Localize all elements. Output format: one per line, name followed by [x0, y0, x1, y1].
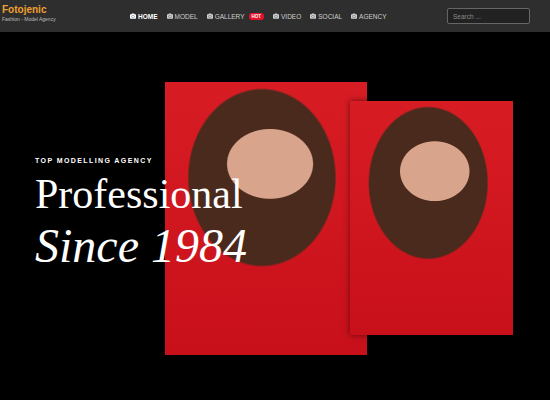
photo-group: [165, 82, 513, 355]
nav-item[interactable]: MODEL: [167, 13, 198, 20]
model-photo: [165, 82, 367, 355]
camera-icon: [310, 13, 316, 19]
nav-item[interactable]: GALLERYHOT: [207, 13, 264, 20]
nav-item[interactable]: SOCIAL: [310, 13, 342, 20]
search-input[interactable]: [447, 8, 530, 24]
camera-icon: [167, 13, 173, 19]
page: FotojenicFashion - Model AgencyHOME MODEL…: [0, 0, 550, 400]
nav-badge: HOT: [249, 13, 265, 20]
nav-item[interactable]: AGENCY: [351, 13, 386, 20]
main-nav: HOME MODEL GALLERYHOT VIDEO SOCIAL AGENCY: [130, 13, 447, 20]
header: FotojenicFashion - Model AgencyHOME MODEL…: [0, 0, 550, 32]
hero-title: Professional: [35, 170, 550, 218]
nav-item[interactable]: HOME: [130, 13, 158, 20]
logo-name[interactable]: Fotojenic: [2, 4, 130, 16]
camera-icon: [351, 13, 357, 19]
hero-eyebrow: TOP MODELLING AGENCY: [35, 157, 550, 164]
nav-item[interactable]: VIDEO: [273, 13, 301, 20]
model-photo: [350, 101, 513, 335]
hero: TOP MODELLING AGENCY ProfessionalSince 19…: [0, 32, 550, 400]
camera-icon: [130, 13, 136, 19]
hero-subtitle: Since 1984: [35, 218, 550, 274]
camera-icon: [273, 13, 279, 19]
logo-tagline: Fashion - Model Agency: [2, 16, 130, 23]
hero-text: TOP MODELLING AGENCY ProfessionalSince 19…: [35, 157, 550, 274]
logo[interactable]: FotojenicFashion - Model Agency: [2, 0, 130, 23]
camera-icon: [207, 13, 213, 19]
